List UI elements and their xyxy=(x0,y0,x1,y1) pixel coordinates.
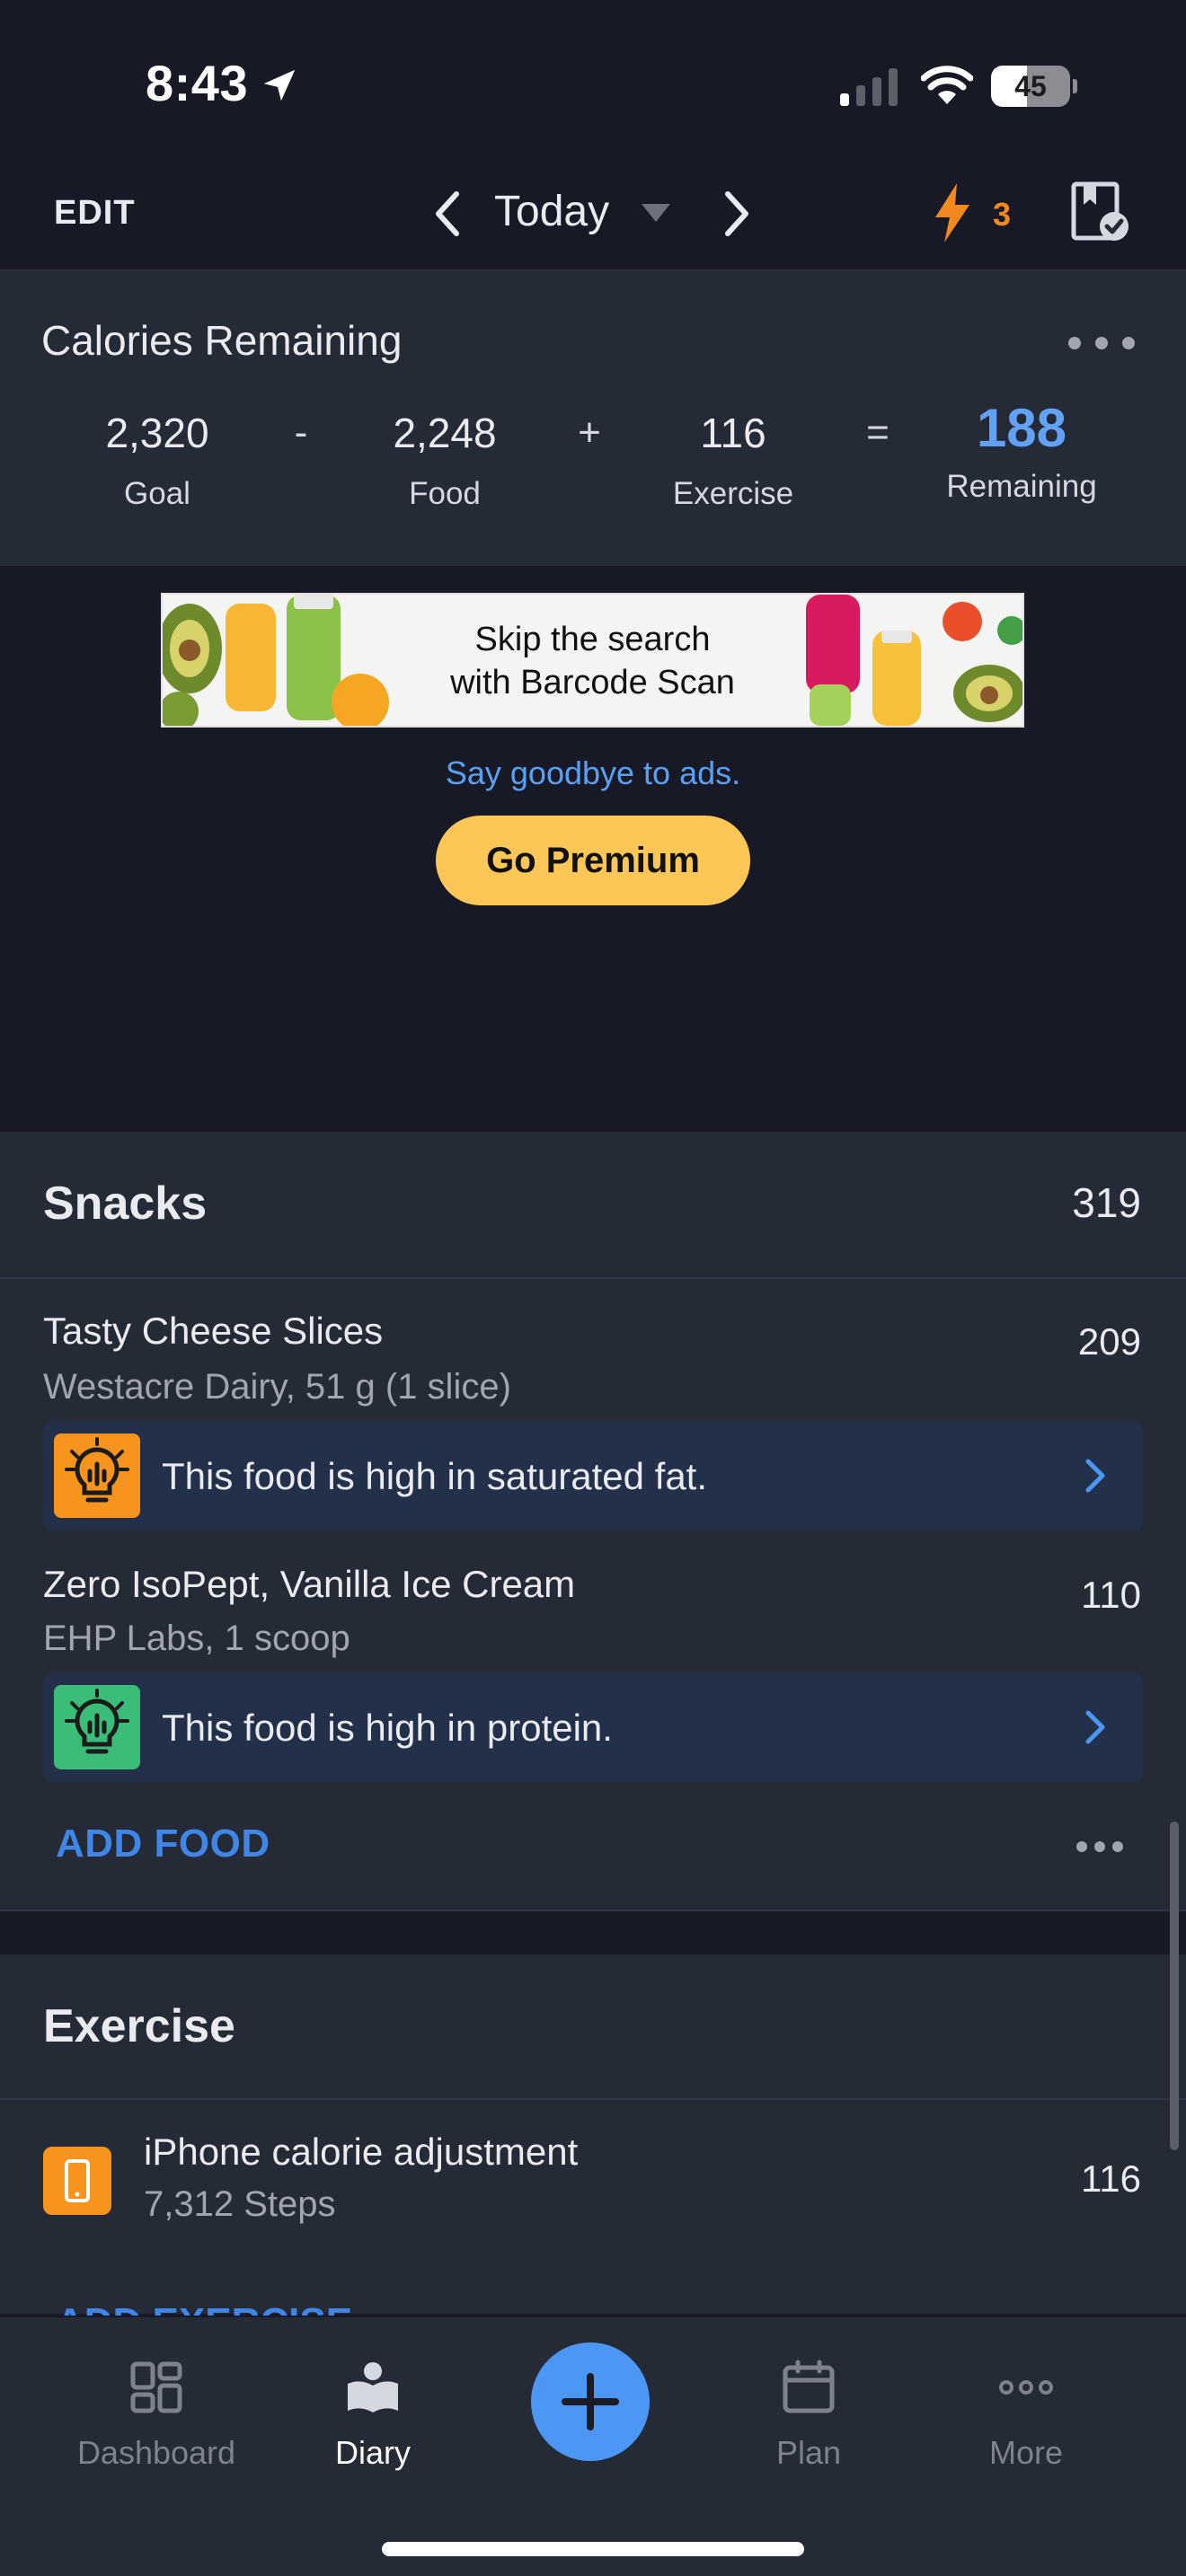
remove-ads-link[interactable]: Say goodbye to ads. xyxy=(0,754,1186,792)
previous-day-chevron-icon[interactable] xyxy=(429,189,465,239)
cellular-signal-icon xyxy=(840,68,898,106)
goal-column: 2,320 Goal xyxy=(49,406,265,512)
calories-remaining-title: Calories Remaining xyxy=(41,317,403,364)
tab-label: Dashboard xyxy=(76,2434,236,2471)
status-time: 8:43 xyxy=(146,55,249,111)
food-insight-banner[interactable]: This food is high in protein. xyxy=(43,1672,1143,1782)
exercise-value: 116 xyxy=(700,410,766,456)
lightbulb-insight-icon xyxy=(54,1434,140,1518)
tab-plan[interactable]: Plan xyxy=(701,2359,916,2472)
goal-value: 2,320 xyxy=(105,410,209,456)
ad-line-1: Skip the search xyxy=(474,621,711,658)
remaining-column: 188 Remaining xyxy=(914,398,1129,505)
battery-indicator: 45 xyxy=(991,66,1077,107)
diary-icon xyxy=(348,2362,398,2413)
equals-operator: = xyxy=(866,410,890,454)
divider xyxy=(0,1277,1186,1279)
exercise-label: Exercise xyxy=(672,476,794,511)
more-options-icon[interactable] xyxy=(1066,334,1137,352)
chevron-right-icon xyxy=(1085,1459,1105,1493)
food-value: 2,248 xyxy=(393,410,497,456)
wifi-icon xyxy=(921,66,973,104)
exercise-title: Exercise xyxy=(43,2000,235,2052)
exercise-name[interactable]: iPhone calorie adjustment xyxy=(144,2130,578,2174)
food-label: Food xyxy=(409,476,481,511)
food-insight-banner[interactable]: This food is high in saturated fat. xyxy=(43,1421,1143,1531)
food-calories: 209 xyxy=(1077,1320,1141,1363)
ad-headline: Skip the search with Barcode Scan xyxy=(163,618,1022,704)
scrollbar-thumb[interactable] xyxy=(1170,1822,1179,2150)
calories-remaining-card: Calories Remaining 2,320 Goal - 2,248 Fo… xyxy=(0,269,1186,566)
food-column: 2,248 Food xyxy=(337,406,553,512)
add-food-button[interactable]: ADD FOOD xyxy=(56,1822,270,1866)
food-detail: Westacre Dairy, 51 g (1 slice) xyxy=(43,1367,511,1407)
go-premium-button[interactable]: Go Premium xyxy=(436,816,750,905)
date-selector[interactable]: Today xyxy=(494,187,609,236)
food-name[interactable]: Zero IsoPept, Vanilla Ice Cream xyxy=(43,1563,575,1606)
dashboard-icon xyxy=(130,2361,182,2413)
food-calories: 110 xyxy=(1081,1574,1141,1616)
insight-text: This food is high in protein. xyxy=(162,1707,613,1749)
snacks-total-calories: 319 xyxy=(1072,1179,1141,1226)
snacks-section: Snacks 319 Tasty Cheese Slices Westacre … xyxy=(0,1132,1186,1911)
chevron-right-icon xyxy=(1085,1710,1105,1744)
goal-label: Goal xyxy=(124,476,190,511)
home-indicator xyxy=(382,2542,804,2556)
remaining-value: 188 xyxy=(976,398,1067,458)
tab-dashboard[interactable]: Dashboard xyxy=(49,2359,264,2472)
next-day-chevron-icon[interactable] xyxy=(719,189,755,239)
ad-banner[interactable]: Skip the search with Barcode Scan xyxy=(161,593,1024,728)
status-bar: 8:43 45 xyxy=(0,0,1186,162)
ad-line-2: with Barcode Scan xyxy=(450,664,735,701)
complete-diary-icon[interactable] xyxy=(1071,181,1130,243)
remaining-label: Remaining xyxy=(946,469,1097,504)
tab-label: Plan xyxy=(775,2434,842,2471)
snacks-more-options-icon[interactable] xyxy=(1075,1839,1125,1854)
add-exercise-button[interactable]: ADD EXERCISE xyxy=(56,2296,352,2316)
tab-more[interactable]: More xyxy=(918,2359,1134,2472)
snacks-title: Snacks xyxy=(43,1178,208,1230)
caret-down-icon[interactable] xyxy=(640,202,672,224)
diary-screen: 8:43 45 EDIT Today 3 Calories Remaining … xyxy=(0,0,1186,2576)
streak-bolt-icon[interactable] xyxy=(930,181,975,244)
minus-operator: - xyxy=(294,410,308,454)
insight-text: This food is high in saturated fat. xyxy=(162,1455,708,1497)
plus-icon xyxy=(562,2373,619,2430)
tab-diary[interactable]: Diary xyxy=(265,2359,481,2472)
exercise-detail: 7,312 Steps xyxy=(144,2184,336,2224)
plus-operator: + xyxy=(578,410,601,454)
iphone-icon xyxy=(43,2147,111,2215)
tab-label: More xyxy=(988,2434,1064,2471)
diary-top-nav: EDIT Today 3 xyxy=(0,162,1186,269)
tab-label: Diary xyxy=(334,2434,411,2471)
exercise-section: Exercise iPhone calorie adjustment 7,312… xyxy=(0,1954,1186,2316)
calendar-icon xyxy=(783,2360,835,2413)
battery-level: 45 xyxy=(1014,70,1047,102)
divider xyxy=(0,2098,1186,2100)
lightbulb-insight-icon xyxy=(54,1685,140,1769)
bottom-tab-bar: Dashboard Diary Plan More xyxy=(0,2317,1186,2576)
location-arrow-icon xyxy=(263,69,296,101)
exercise-calories: 116 xyxy=(1081,2157,1141,2200)
exercise-column: 116 Exercise xyxy=(625,406,841,512)
add-entry-button[interactable] xyxy=(531,2342,650,2461)
more-icon xyxy=(999,2380,1053,2395)
edit-button[interactable]: EDIT xyxy=(54,194,136,233)
divider xyxy=(0,1910,1186,1911)
streak-count[interactable]: 3 xyxy=(993,196,1011,234)
food-detail: EHP Labs, 1 scoop xyxy=(43,1619,350,1658)
food-name[interactable]: Tasty Cheese Slices xyxy=(43,1310,383,1353)
